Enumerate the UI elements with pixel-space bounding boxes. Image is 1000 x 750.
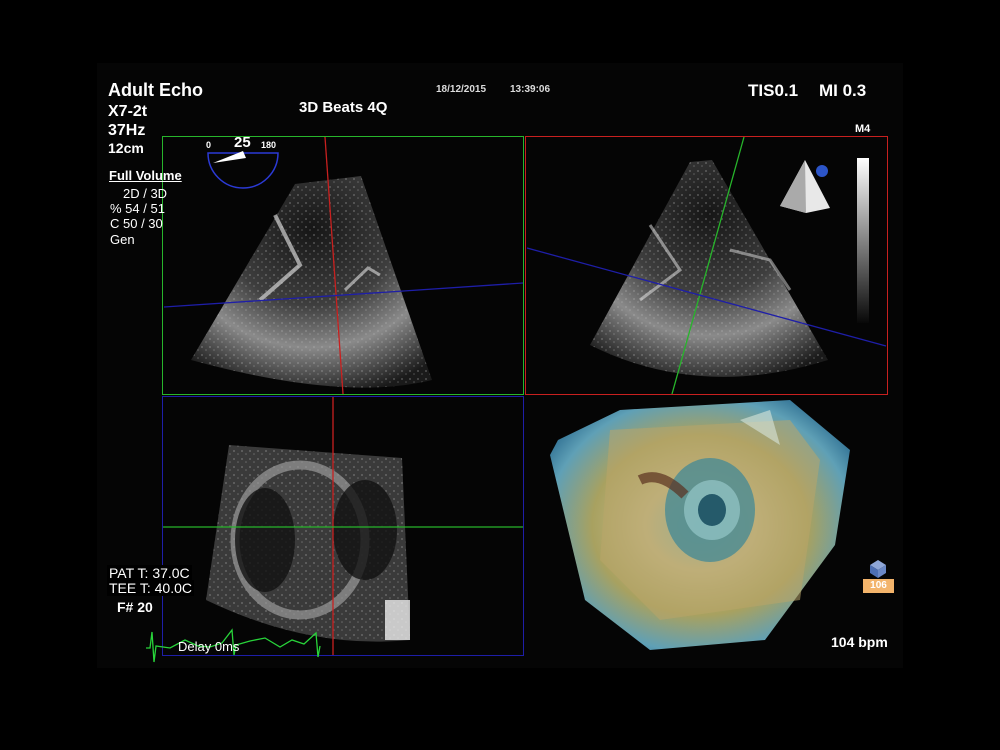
param-dimension: 2D / 3D — [123, 186, 168, 201]
tee-temperature: TEE T: 40.0C — [107, 580, 195, 596]
angle-min: 0 — [206, 140, 212, 150]
param-gain: % 54 / 51 — [110, 201, 165, 216]
param-frequency: Gen — [110, 232, 135, 247]
cube-icon — [870, 560, 886, 578]
angle-max: 180 — [261, 140, 277, 150]
colormap-label: M4 — [855, 123, 871, 135]
ecg-delay: Delay 0ms — [178, 639, 240, 654]
sector-image-top-left — [191, 176, 432, 388]
volume-badge: 106 — [863, 579, 894, 593]
angle-value: 25 — [234, 134, 251, 151]
heart-rate: 104 bpm — [831, 634, 888, 650]
short-axis-image — [206, 445, 410, 642]
orientation-cone-icon — [780, 160, 830, 213]
acquisition-mode: Full Volume — [109, 168, 182, 183]
grayscale-map-bar — [857, 158, 869, 323]
param-compression: C 50 / 30 — [110, 216, 163, 231]
patient-temperature: PAT T: 37.0C — [107, 565, 192, 581]
angle-indicator — [207, 151, 279, 189]
frame-number: F# 20 — [117, 599, 153, 615]
rendered-3d-volume — [550, 400, 850, 650]
